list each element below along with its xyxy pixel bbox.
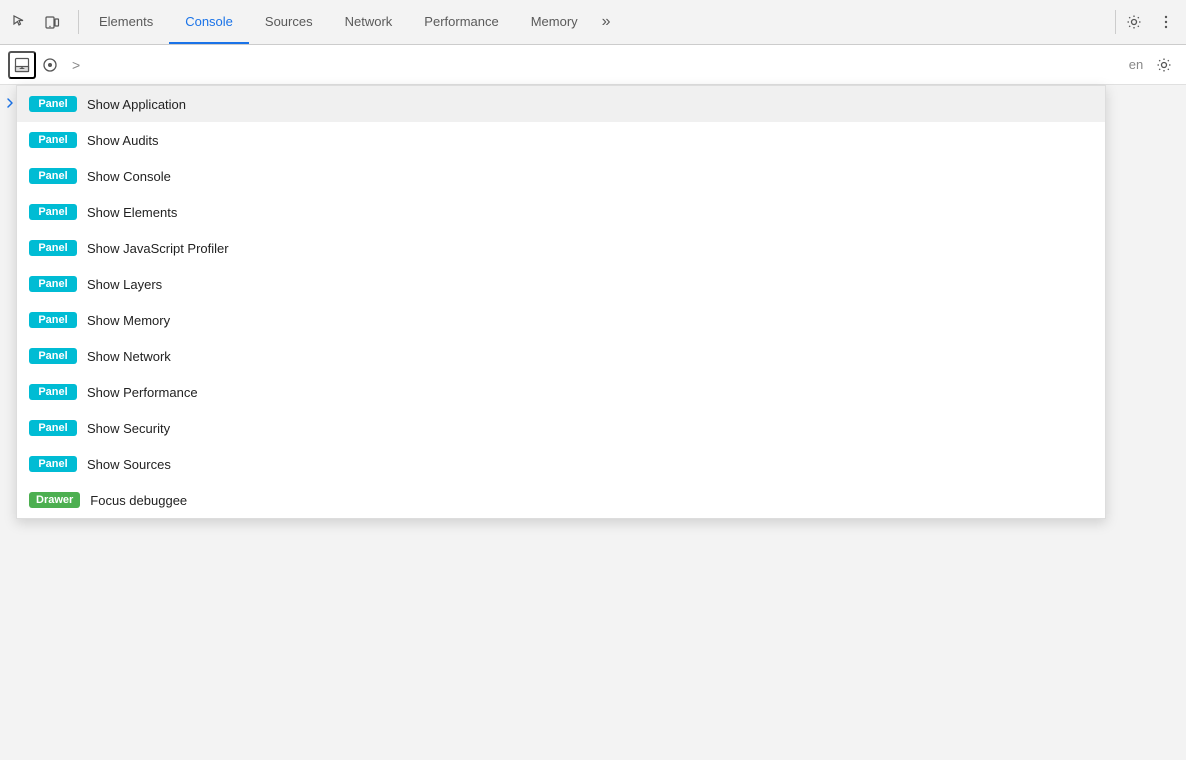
toolbar-right-icons xyxy=(1120,8,1180,36)
autocomplete-item-show-javascript-profiler[interactable]: Panel Show JavaScript Profiler xyxy=(17,230,1105,266)
badge-drawer: Drawer xyxy=(29,492,80,508)
badge-panel: Panel xyxy=(29,132,77,148)
badge-panel: Panel xyxy=(29,204,77,220)
autocomplete-label: Show Elements xyxy=(87,205,177,220)
console-settings-icon[interactable]: en xyxy=(1122,51,1150,79)
inspect-element-button[interactable] xyxy=(6,8,34,36)
tab-memory[interactable]: Memory xyxy=(515,0,594,44)
badge-panel: Panel xyxy=(29,348,77,364)
autocomplete-item-show-layers[interactable]: Panel Show Layers xyxy=(17,266,1105,302)
badge-panel: Panel xyxy=(29,420,77,436)
tabs-container: Elements Console Sources Network Perform… xyxy=(83,0,1111,44)
console-gear-icon[interactable] xyxy=(1150,51,1178,79)
autocomplete-item-focus-debuggee[interactable]: Drawer Focus debuggee xyxy=(17,482,1105,518)
tab-elements[interactable]: Elements xyxy=(83,0,169,44)
autocomplete-label: Show JavaScript Profiler xyxy=(87,241,229,256)
main-content-area: PanelShow ApplicationPanelShow AuditsPan… xyxy=(0,85,1186,760)
autocomplete-item-show-network[interactable]: Panel Show Network xyxy=(17,338,1105,374)
kebab-menu-icon[interactable] xyxy=(1152,8,1180,36)
toolbar-divider xyxy=(78,10,79,34)
badge-panel: Panel xyxy=(29,384,77,400)
toolbar-left-icons xyxy=(6,8,74,36)
autocomplete-item-show-security[interactable]: Panel Show Security xyxy=(17,410,1105,446)
autocomplete-item-show-console[interactable]: Panel Show Console xyxy=(17,158,1105,194)
settings-gear-icon[interactable] xyxy=(1120,8,1148,36)
autocomplete-label: Show Audits xyxy=(87,133,159,148)
badge-panel: Panel xyxy=(29,240,77,256)
console-drawer-toggle-button[interactable] xyxy=(8,51,36,79)
tab-console[interactable]: Console xyxy=(169,0,249,44)
tab-network[interactable]: Network xyxy=(329,0,409,44)
badge-panel: Panel xyxy=(29,276,77,292)
autocomplete-item-show-audits[interactable]: Panel Show Audits xyxy=(17,122,1105,158)
badge-panel: Panel xyxy=(29,96,77,112)
devtools-window: Elements Console Sources Network Perform… xyxy=(0,0,1186,760)
console-input-area[interactable]: > xyxy=(64,57,1122,73)
tab-sources[interactable]: Sources xyxy=(249,0,329,44)
filter-icon[interactable] xyxy=(36,51,64,79)
console-toolbar: > en xyxy=(0,45,1186,85)
autocomplete-label: Focus debuggee xyxy=(90,493,187,508)
autocomplete-item-show-sources[interactable]: Panel Show Sources xyxy=(17,446,1105,482)
more-tabs-button[interactable]: » xyxy=(594,13,619,31)
autocomplete-label: Show Application xyxy=(87,97,186,112)
console-prompt: > xyxy=(72,57,80,73)
autocomplete-item-show-performance[interactable]: Panel Show Performance xyxy=(17,374,1105,410)
badge-panel: Panel xyxy=(29,456,77,472)
autocomplete-label: Show Layers xyxy=(87,277,162,292)
main-toolbar: Elements Console Sources Network Perform… xyxy=(0,0,1186,45)
console-input[interactable] xyxy=(86,57,1114,72)
autocomplete-item-show-memory[interactable]: Panel Show Memory xyxy=(17,302,1105,338)
autocomplete-label: Show Performance xyxy=(87,385,198,400)
autocomplete-label: Show Console xyxy=(87,169,171,184)
toggle-device-toolbar-button[interactable] xyxy=(38,8,66,36)
badge-panel: Panel xyxy=(29,312,77,328)
toolbar-right-divider xyxy=(1115,10,1116,34)
autocomplete-label: Show Sources xyxy=(87,457,171,472)
tab-performance[interactable]: Performance xyxy=(408,0,514,44)
badge-panel: Panel xyxy=(29,168,77,184)
autocomplete-label: Show Network xyxy=(87,349,171,364)
autocomplete-item-show-application[interactable]: Panel Show Application xyxy=(17,86,1105,122)
autocomplete-dropdown: PanelShow ApplicationPanelShow AuditsPan… xyxy=(16,85,1106,519)
autocomplete-item-show-elements[interactable]: Panel Show Elements xyxy=(17,194,1105,230)
sidebar-expand-arrow[interactable] xyxy=(0,85,16,760)
autocomplete-label: Show Memory xyxy=(87,313,170,328)
autocomplete-label: Show Security xyxy=(87,421,170,436)
